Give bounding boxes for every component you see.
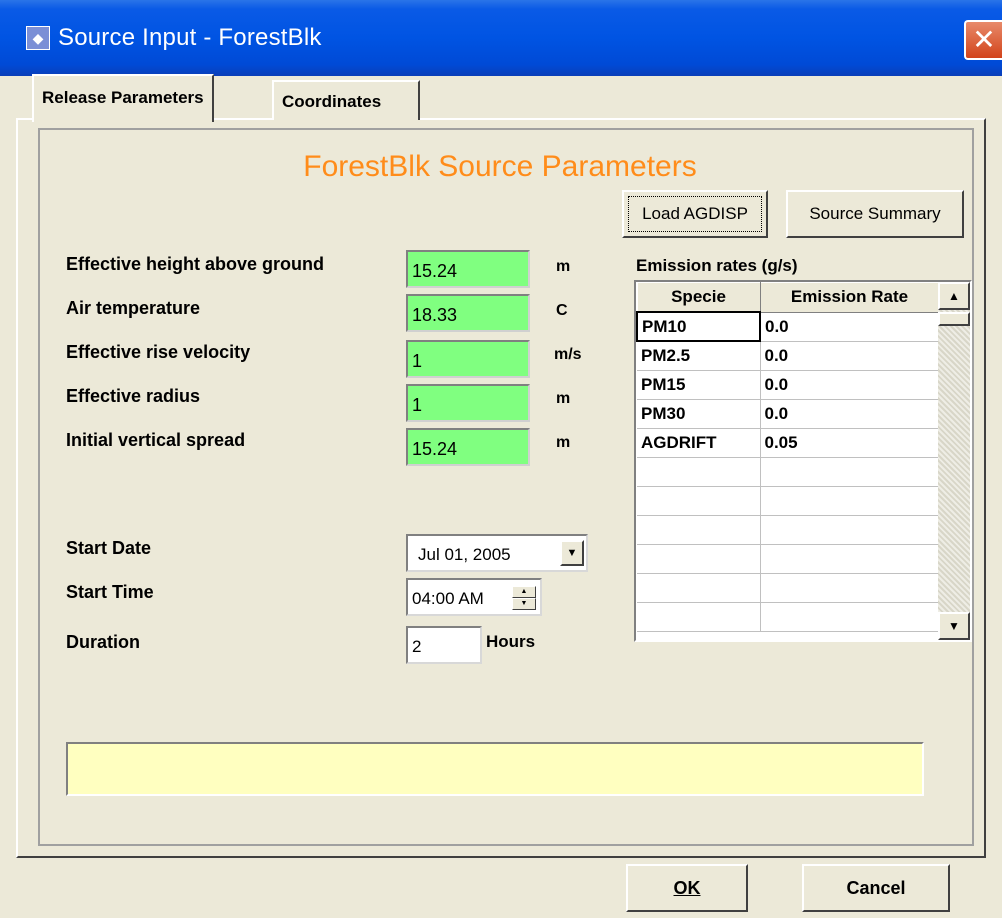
spin-down-icon[interactable]: ▼: [512, 598, 536, 610]
tab-coordinates-label: Coordinates: [282, 92, 382, 111]
vertical-spread-input[interactable]: 15.24: [406, 428, 530, 466]
source-summary-button[interactable]: Source Summary: [786, 190, 964, 238]
duration-input[interactable]: 2: [406, 626, 482, 664]
tab-coordinates[interactable]: Coordinates: [272, 80, 420, 120]
table-row[interactable]: PM30 0.0: [637, 399, 940, 429]
rate-cell[interactable]: 0.0: [760, 399, 940, 429]
rate-cell[interactable]: [760, 457, 940, 487]
specie-cell[interactable]: [637, 515, 761, 545]
specie-cell[interactable]: [637, 486, 761, 516]
vertical-spread-label: Initial vertical spread: [66, 430, 246, 450]
effective-radius-label: Effective radius: [66, 386, 201, 406]
table-row[interactable]: AGDRIFT 0.05: [637, 428, 940, 458]
app-icon[interactable]: ◆: [26, 26, 50, 50]
column-header-specie[interactable]: Specie: [636, 282, 761, 313]
start-time-value: 04:00 AM: [412, 589, 484, 608]
specie-cell[interactable]: PM2.5: [637, 341, 761, 371]
emission-rates-title: Emission rates (g/s): [636, 256, 798, 275]
specie-cell[interactable]: AGDRIFT: [637, 428, 761, 458]
table-row[interactable]: PM10 0.0: [636, 311, 940, 342]
scrollbar-thumb[interactable]: [938, 312, 970, 326]
close-icon: ✕: [972, 24, 996, 55]
effective-height-unit: m: [556, 258, 571, 275]
cancel-button[interactable]: Cancel: [802, 864, 950, 912]
rise-velocity-unit: m/s: [554, 346, 582, 363]
rate-cell[interactable]: [760, 602, 940, 632]
source-summary-label: Source Summary: [809, 204, 941, 223]
emission-rates-grid[interactable]: Specie Emission Rate PM10 0.0 PM2.5 0.0 …: [634, 280, 972, 642]
tab-release-parameters[interactable]: Release Parameters: [32, 74, 214, 122]
air-temperature-input[interactable]: 18.33: [406, 294, 530, 332]
specie-cell[interactable]: [637, 602, 761, 632]
air-temperature-unit: C: [556, 302, 568, 319]
close-button[interactable]: ✕: [964, 20, 1002, 60]
ok-button[interactable]: OK: [626, 864, 748, 912]
effective-height-input[interactable]: 15.24: [406, 250, 530, 288]
rate-cell[interactable]: [760, 515, 940, 545]
spin-icon[interactable]: ▲ ▼: [512, 586, 536, 610]
rate-cell[interactable]: [760, 573, 940, 603]
rate-cell[interactable]: [760, 486, 940, 516]
specie-cell[interactable]: [637, 457, 761, 487]
specie-cell[interactable]: [637, 573, 761, 603]
grid-scrollbar[interactable]: ▲ ▼: [938, 282, 970, 640]
table-row[interactable]: [637, 544, 940, 574]
start-date-value: Jul 01, 2005: [418, 545, 511, 564]
rise-velocity-label: Effective rise velocity: [66, 342, 251, 362]
start-date-label: Start Date: [66, 538, 152, 558]
specie-cell[interactable]: PM30: [637, 399, 761, 429]
scroll-down-icon[interactable]: ▼: [938, 612, 970, 640]
specie-cell[interactable]: PM15: [637, 370, 761, 400]
focus-indicator: [628, 196, 762, 232]
table-row[interactable]: [637, 486, 940, 516]
window-title: Source Input - ForestBlk: [58, 24, 322, 51]
tab-release-parameters-label: Release Parameters: [42, 88, 204, 107]
vertical-spread-unit: m: [556, 434, 571, 451]
start-time-field[interactable]: 04:00 AM ▲ ▼: [406, 578, 542, 616]
duration-label: Duration: [66, 632, 140, 652]
title-bar[interactable]: ◆ Source Input - ForestBlk ✕: [0, 0, 1002, 76]
status-message-box: [66, 742, 924, 796]
duration-unit: Hours: [486, 632, 536, 651]
spin-up-icon[interactable]: ▲: [512, 586, 536, 598]
start-time-label: Start Time: [66, 582, 154, 602]
rate-cell[interactable]: 0.0: [760, 312, 940, 342]
table-row[interactable]: PM2.5 0.0: [637, 341, 940, 371]
duration-value: 2: [412, 637, 422, 656]
rate-cell[interactable]: 0.05: [760, 428, 940, 458]
rate-cell[interactable]: [760, 544, 940, 574]
rate-cell[interactable]: 0.0: [760, 341, 940, 371]
rise-velocity-input[interactable]: 1: [406, 340, 530, 378]
table-row[interactable]: PM15 0.0: [637, 370, 940, 400]
start-date-picker[interactable]: Jul 01, 2005 ▼: [406, 534, 588, 572]
table-row[interactable]: [637, 602, 940, 632]
table-row[interactable]: [637, 515, 940, 545]
effective-radius-input[interactable]: 1: [406, 384, 530, 422]
air-temperature-label: Air temperature: [66, 298, 201, 318]
cancel-label: Cancel: [846, 878, 906, 898]
page-title: ForestBlk Source Parameters: [303, 150, 697, 183]
chevron-down-icon[interactable]: ▼: [560, 540, 584, 566]
specie-cell[interactable]: [637, 544, 761, 574]
table-row[interactable]: [637, 573, 940, 603]
ok-label: OK: [673, 878, 701, 898]
effective-radius-unit: m: [556, 390, 571, 407]
rate-cell[interactable]: 0.0: [760, 370, 940, 400]
specie-cell[interactable]: PM10: [636, 311, 761, 342]
column-header-emission-rate[interactable]: Emission Rate: [759, 282, 940, 313]
scroll-up-icon[interactable]: ▲: [938, 282, 970, 310]
load-agdisp-button[interactable]: Load AGDISP: [622, 190, 768, 238]
table-row[interactable]: [637, 457, 940, 487]
effective-height-label: Effective height above ground: [66, 254, 325, 274]
